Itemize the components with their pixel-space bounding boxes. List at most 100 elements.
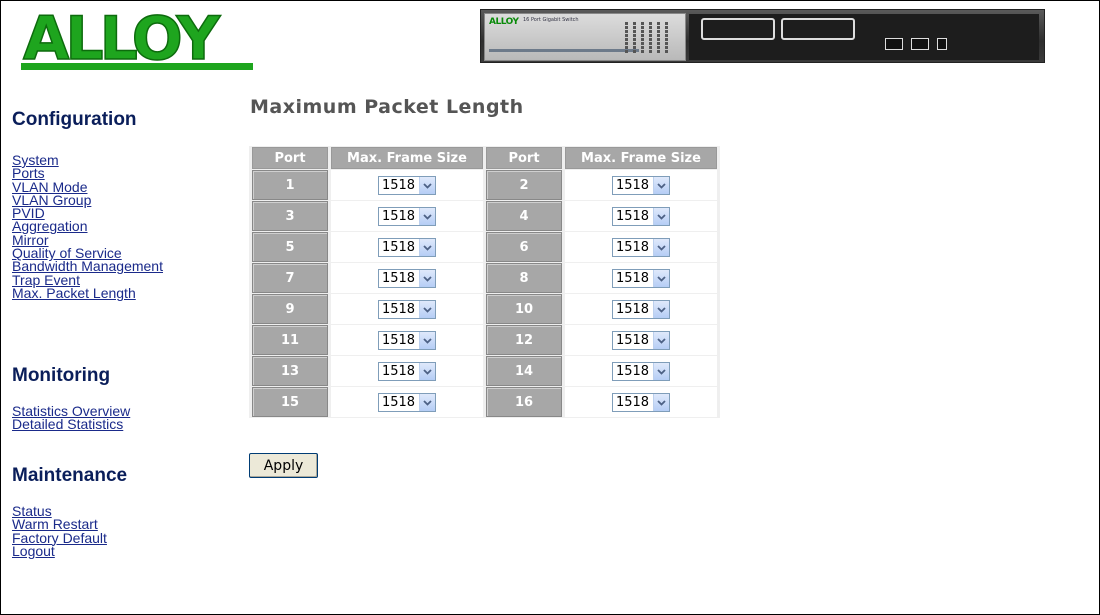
port-number-cell: 8 [486,263,562,293]
alloy-logo: ALLOY [21,3,256,75]
frame-size-select[interactable]: 1518 [377,393,437,412]
frame-size-cell: 1518 [331,294,483,324]
chevron-down-icon[interactable] [419,270,436,287]
table-row: 13 1518 14 1518 [252,356,717,386]
frame-size-select[interactable]: 1518 [377,362,437,381]
port-number-cell: 10 [486,294,562,324]
table-row: 1 1518 2 1518 [252,170,717,200]
chevron-down-icon[interactable] [653,270,670,287]
table-row: 15 1518 16 1518 [252,387,717,417]
column-header-max-frame-size: Max. Frame Size [331,147,483,169]
table-header-row: Port Max. Frame Size Port Max. Frame Siz… [252,147,717,169]
frame-size-select[interactable]: 1518 [611,176,671,195]
frame-size-select[interactable]: 1518 [611,300,671,319]
frame-size-value: 1518 [381,178,416,193]
port-number-cell: 6 [486,232,562,262]
port-number-cell: 14 [486,356,562,386]
table-row: 5 1518 6 1518 [252,232,717,262]
chevron-down-icon[interactable] [653,363,670,380]
sidebar-link-logout[interactable]: Logout [12,544,127,558]
port-number-cell: 15 [252,387,328,417]
frame-size-value: 1518 [615,209,650,224]
frame-size-cell: 1518 [331,356,483,386]
table-row: 7 1518 8 1518 [252,263,717,293]
frame-size-cell: 1518 [565,387,717,417]
page-frame: ALLOY ALLOY 16 Port Gigabit Switch Confi… [0,0,1100,615]
port-number-cell: 1 [252,170,328,200]
frame-size-value: 1518 [381,395,416,410]
chevron-down-icon[interactable] [419,301,436,318]
frame-size-select[interactable]: 1518 [611,207,671,226]
port-number-cell: 13 [252,356,328,386]
chevron-down-icon[interactable] [419,208,436,225]
frame-size-value: 1518 [615,240,650,255]
frame-size-select[interactable]: 1518 [377,207,437,226]
frame-size-select[interactable]: 1518 [377,176,437,195]
column-header-port: Port [252,147,328,169]
device-brand: ALLOY [489,17,519,27]
frame-size-cell: 1518 [565,232,717,262]
switch-ports-panel [689,14,1039,60]
max-frame-size-table: Port Max. Frame Size Port Max. Frame Siz… [249,146,720,418]
frame-size-value: 1518 [381,209,416,224]
frame-size-value: 1518 [615,364,650,379]
frame-size-select[interactable]: 1518 [611,238,671,257]
port-number-cell: 11 [252,325,328,355]
frame-size-cell: 1518 [565,201,717,231]
frame-size-cell: 1518 [565,325,717,355]
device-model: 16 Port Gigabit Switch [523,17,579,23]
frame-size-select[interactable]: 1518 [377,238,437,257]
port-number-cell: 3 [252,201,328,231]
frame-size-value: 1518 [615,178,650,193]
chevron-down-icon[interactable] [419,394,436,411]
frame-size-value: 1518 [615,302,650,317]
frame-size-value: 1518 [381,364,416,379]
chevron-down-icon[interactable] [653,239,670,256]
apply-button[interactable]: Apply [249,453,318,478]
chevron-down-icon[interactable] [419,177,436,194]
sidebar-nav: Configuration System Ports VLAN Mode VLAN G… [12,109,163,558]
sidebar-link-detailed-statistics[interactable]: Detailed Statistics [12,417,130,431]
frame-size-cell: 1518 [565,294,717,324]
section-title-monitoring: Monitoring [12,365,111,386]
chevron-down-icon[interactable] [653,177,670,194]
frame-size-value: 1518 [381,302,416,317]
table-row: 3 1518 4 1518 [252,201,717,231]
chevron-down-icon[interactable] [419,239,436,256]
chevron-down-icon[interactable] [419,332,436,349]
chevron-down-icon[interactable] [653,394,670,411]
port-number-cell: 4 [486,201,562,231]
section-title-maintenance: Maintenance [12,465,128,486]
frame-size-cell: 1518 [331,325,483,355]
frame-size-select[interactable]: 1518 [611,362,671,381]
section-monitoring: Monitoring Statistics Overview Detailed S… [12,365,130,432]
section-maintenance: Maintenance Status Warm Restart Factory De… [12,465,127,558]
frame-size-value: 1518 [381,333,416,348]
sidebar-link-max-packet-length[interactable]: Max. Packet Length [12,286,163,300]
frame-size-select[interactable]: 1518 [611,269,671,288]
port-number-cell: 7 [252,263,328,293]
frame-size-cell: 1518 [331,263,483,293]
table-row: 9 1518 10 1518 [252,294,717,324]
chevron-down-icon[interactable] [653,332,670,349]
section-title-configuration: Configuration [12,109,137,130]
section-configuration: Configuration System Ports VLAN Mode VLAN G… [12,109,163,300]
frame-size-value: 1518 [381,271,416,286]
chevron-down-icon[interactable] [653,301,670,318]
frame-size-select[interactable]: 1518 [377,269,437,288]
chevron-down-icon[interactable] [653,208,670,225]
frame-size-select[interactable]: 1518 [611,393,671,412]
frame-size-cell: 1518 [331,387,483,417]
frame-size-select[interactable]: 1518 [611,331,671,350]
frame-size-value: 1518 [381,240,416,255]
frame-size-cell: 1518 [565,170,717,200]
frame-size-select[interactable]: 1518 [377,300,437,319]
table-row: 11 1518 12 1518 [252,325,717,355]
frame-size-select[interactable]: 1518 [377,331,437,350]
frame-size-value: 1518 [615,395,650,410]
logo-text: ALLOY [23,5,222,71]
switch-front-panel-image: ALLOY 16 Port Gigabit Switch [480,9,1045,63]
chevron-down-icon[interactable] [419,363,436,380]
frame-size-cell: 1518 [565,263,717,293]
column-header-port: Port [486,147,562,169]
